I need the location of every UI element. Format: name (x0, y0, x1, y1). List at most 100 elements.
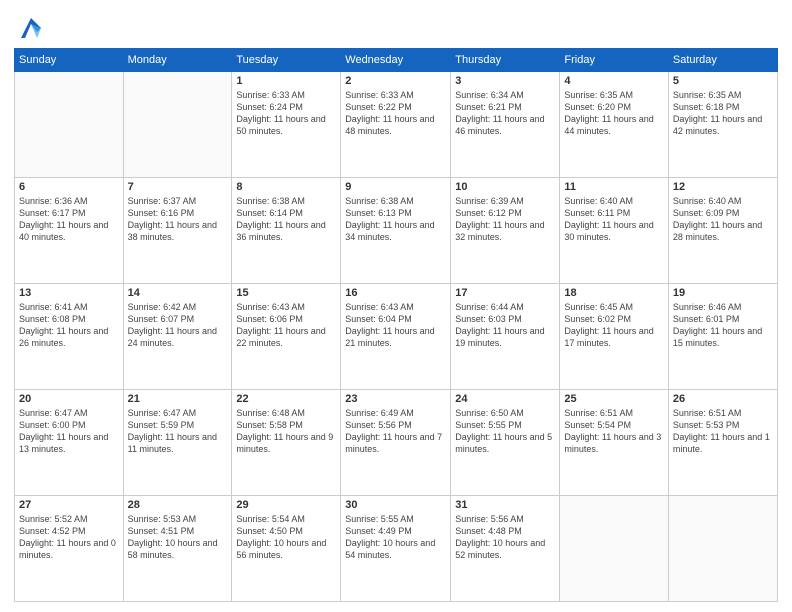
day-info: Sunrise: 6:41 AM Sunset: 6:08 PM Dayligh… (19, 301, 119, 350)
calendar-cell: 18 Sunrise: 6:45 AM Sunset: 6:02 PM Dayli… (560, 284, 668, 390)
day-info: Sunrise: 6:48 AM Sunset: 5:58 PM Dayligh… (236, 407, 336, 456)
day-number: 23 (345, 393, 446, 405)
calendar-cell: 10Sunrise: 6:39 AM Sunset: 6:12 PM Dayli… (451, 178, 560, 284)
day-number: 2 (345, 75, 446, 87)
calendar-cell: 3 Sunrise: 6:34 AM Sunset: 6:21 PM Daylig… (451, 72, 560, 178)
calendar-cell: 20 Sunrise: 6:47 AM Sunset: 6:00 PM Dayli… (15, 390, 124, 496)
day-info: Sunrise: 6:47 AM Sunset: 5:59 PM Dayligh… (128, 407, 228, 456)
day-number: 21 (128, 393, 228, 405)
day-number: 8 (236, 181, 336, 193)
page: SundayMondayTuesdayWednesdayThursdayFrid… (0, 0, 792, 612)
day-number: 3 (455, 75, 555, 87)
weekday-header: Monday (123, 49, 232, 72)
calendar-cell: 5 Sunrise: 6:35 AM Sunset: 6:18 PM Daylig… (668, 72, 777, 178)
calendar-cell: 13 Sunrise: 6:41 AM Sunset: 6:08 PM Dayli… (15, 284, 124, 390)
day-info: Sunrise: 6:40 AM Sunset: 6:11 PM Dayligh… (564, 195, 663, 244)
day-number: 16 (345, 287, 446, 299)
day-info: Sunrise: 6:38 AM Sunset: 6:14 PM Dayligh… (236, 195, 336, 244)
calendar-week-row: 13 Sunrise: 6:41 AM Sunset: 6:08 PM Dayli… (15, 284, 778, 390)
day-number: 14 (128, 287, 228, 299)
day-number: 30 (345, 499, 446, 511)
day-info: Sunrise: 6:51 AM Sunset: 5:53 PM Dayligh… (673, 407, 773, 456)
weekday-header-row: SundayMondayTuesdayWednesdayThursdayFrid… (15, 49, 778, 72)
calendar-cell: 16 Sunrise: 6:43 AM Sunset: 6:04 PM Dayli… (341, 284, 451, 390)
calendar-week-row: 20 Sunrise: 6:47 AM Sunset: 6:00 PM Dayli… (15, 390, 778, 496)
calendar-cell: 26 Sunrise: 6:51 AM Sunset: 5:53 PM Dayli… (668, 390, 777, 496)
day-number: 26 (673, 393, 773, 405)
calendar-cell: 12 Sunrise: 6:40 AM Sunset: 6:09 PM Dayli… (668, 178, 777, 284)
calendar-cell: 25 Sunrise: 6:51 AM Sunset: 5:54 PM Dayli… (560, 390, 668, 496)
day-info: Sunrise: 6:44 AM Sunset: 6:03 PM Dayligh… (455, 301, 555, 350)
day-number: 25 (564, 393, 663, 405)
day-info: Sunrise: 6:33 AM Sunset: 6:24 PM Dayligh… (236, 89, 336, 138)
calendar-cell (123, 72, 232, 178)
day-info: Sunrise: 5:56 AM Sunset: 4:48 PM Dayligh… (455, 513, 555, 562)
day-number: 7 (128, 181, 228, 193)
day-number: 4 (564, 75, 663, 87)
day-info: Sunrise: 6:36 AM Sunset: 6:17 PM Dayligh… (19, 195, 119, 244)
calendar-table: SundayMondayTuesdayWednesdayThursdayFrid… (14, 48, 778, 602)
day-number: 19 (673, 287, 773, 299)
day-number: 20 (19, 393, 119, 405)
day-info: Sunrise: 6:35 AM Sunset: 6:18 PM Dayligh… (673, 89, 773, 138)
day-number: 17 (455, 287, 555, 299)
day-info: Sunrise: 5:53 AM Sunset: 4:51 PM Dayligh… (128, 513, 228, 562)
calendar-cell (15, 72, 124, 178)
calendar-cell: 9 Sunrise: 6:38 AM Sunset: 6:13 PM Daylig… (341, 178, 451, 284)
day-info: Sunrise: 6:43 AM Sunset: 6:04 PM Dayligh… (345, 301, 446, 350)
day-number: 31 (455, 499, 555, 511)
day-info: Sunrise: 5:54 AM Sunset: 4:50 PM Dayligh… (236, 513, 336, 562)
day-info: Sunrise: 6:43 AM Sunset: 6:06 PM Dayligh… (236, 301, 336, 350)
logo-icon (17, 14, 45, 42)
day-info: Sunrise: 6:51 AM Sunset: 5:54 PM Dayligh… (564, 407, 663, 456)
day-number: 9 (345, 181, 446, 193)
weekday-header: Saturday (668, 49, 777, 72)
calendar-cell: 15Sunrise: 6:43 AM Sunset: 6:06 PM Dayli… (232, 284, 341, 390)
calendar-week-row: 27Sunrise: 5:52 AM Sunset: 4:52 PM Dayli… (15, 496, 778, 602)
day-number: 12 (673, 181, 773, 193)
calendar-cell: 14 Sunrise: 6:42 AM Sunset: 6:07 PM Dayli… (123, 284, 232, 390)
calendar-cell: 21 Sunrise: 6:47 AM Sunset: 5:59 PM Dayli… (123, 390, 232, 496)
weekday-header: Tuesday (232, 49, 341, 72)
day-number: 13 (19, 287, 119, 299)
calendar-cell: 11 Sunrise: 6:40 AM Sunset: 6:11 PM Dayli… (560, 178, 668, 284)
day-number: 11 (564, 181, 663, 193)
calendar-cell: 31 Sunrise: 5:56 AM Sunset: 4:48 PM Dayli… (451, 496, 560, 602)
calendar-cell: 30 Sunrise: 5:55 AM Sunset: 4:49 PM Dayli… (341, 496, 451, 602)
day-info: Sunrise: 6:35 AM Sunset: 6:20 PM Dayligh… (564, 89, 663, 138)
day-info: Sunrise: 6:40 AM Sunset: 6:09 PM Dayligh… (673, 195, 773, 244)
calendar-cell: 6 Sunrise: 6:36 AM Sunset: 6:17 PM Daylig… (15, 178, 124, 284)
day-info: Sunrise: 6:33 AM Sunset: 6:22 PM Dayligh… (345, 89, 446, 138)
weekday-header: Sunday (15, 49, 124, 72)
calendar-cell: 2 Sunrise: 6:33 AM Sunset: 6:22 PM Daylig… (341, 72, 451, 178)
weekday-header: Wednesday (341, 49, 451, 72)
calendar-cell: 24Sunrise: 6:50 AM Sunset: 5:55 PM Dayli… (451, 390, 560, 496)
day-info: Sunrise: 5:52 AM Sunset: 4:52 PM Dayligh… (19, 513, 119, 562)
day-info: Sunrise: 6:46 AM Sunset: 6:01 PM Dayligh… (673, 301, 773, 350)
weekday-header: Friday (560, 49, 668, 72)
day-info: Sunrise: 6:47 AM Sunset: 6:00 PM Dayligh… (19, 407, 119, 456)
day-number: 18 (564, 287, 663, 299)
day-info: Sunrise: 6:50 AM Sunset: 5:55 PM Dayligh… (455, 407, 555, 456)
header (14, 10, 778, 42)
calendar-cell: 23Sunrise: 6:49 AM Sunset: 5:56 PM Dayli… (341, 390, 451, 496)
day-info: Sunrise: 6:42 AM Sunset: 6:07 PM Dayligh… (128, 301, 228, 350)
day-info: Sunrise: 6:34 AM Sunset: 6:21 PM Dayligh… (455, 89, 555, 138)
day-info: Sunrise: 6:38 AM Sunset: 6:13 PM Dayligh… (345, 195, 446, 244)
day-number: 6 (19, 181, 119, 193)
calendar-cell (668, 496, 777, 602)
day-number: 29 (236, 499, 336, 511)
day-number: 28 (128, 499, 228, 511)
day-info: Sunrise: 5:55 AM Sunset: 4:49 PM Dayligh… (345, 513, 446, 562)
calendar-cell: 29 Sunrise: 5:54 AM Sunset: 4:50 PM Dayli… (232, 496, 341, 602)
day-number: 22 (236, 393, 336, 405)
calendar-week-row: 6 Sunrise: 6:36 AM Sunset: 6:17 PM Daylig… (15, 178, 778, 284)
calendar-cell: 8 Sunrise: 6:38 AM Sunset: 6:14 PM Daylig… (232, 178, 341, 284)
calendar-cell: 19 Sunrise: 6:46 AM Sunset: 6:01 PM Dayli… (668, 284, 777, 390)
logo (14, 14, 45, 42)
day-number: 5 (673, 75, 773, 87)
weekday-header: Thursday (451, 49, 560, 72)
calendar-cell: 1Sunrise: 6:33 AM Sunset: 6:24 PM Daylig… (232, 72, 341, 178)
day-number: 10 (455, 181, 555, 193)
day-info: Sunrise: 6:45 AM Sunset: 6:02 PM Dayligh… (564, 301, 663, 350)
